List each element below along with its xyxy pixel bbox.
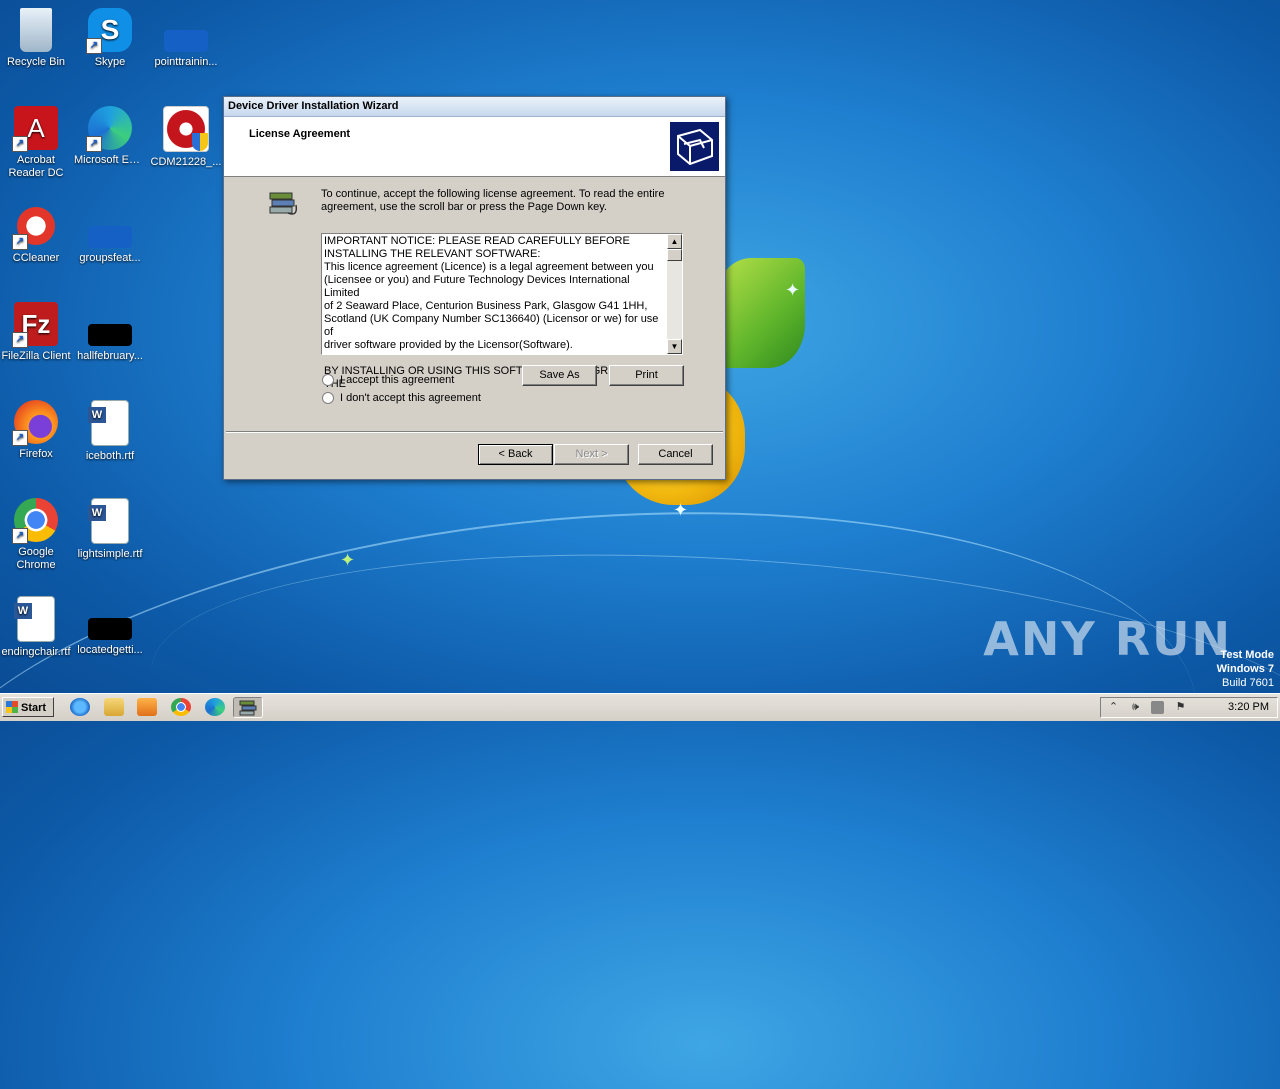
wizard-header: License Agreement — [224, 117, 725, 177]
windows-flag-icon — [6, 701, 18, 713]
acrobat-icon: A ↗ — [12, 106, 58, 152]
word-document-icon: W — [14, 596, 55, 642]
anyrun-watermark: ANY RUN — [983, 612, 1232, 666]
license-textbox[interactable]: IMPORTANT NOTICE: PLEASE READ CAREFULLY … — [321, 233, 683, 390]
recycle-bin-icon — [20, 8, 52, 52]
button-separator — [226, 431, 723, 433]
installer-shield-icon — [163, 106, 209, 152]
shortcut-arrow-icon: ↗ — [12, 430, 28, 446]
volume-icon[interactable]: 🕪 — [1129, 701, 1142, 714]
desktop-icon-groupsfeat[interactable]: groupsfeat... — [74, 204, 146, 265]
print-button[interactable]: Print — [609, 365, 684, 386]
wizard-page-title: License Agreement — [249, 128, 351, 140]
back-button[interactable]: < Back — [478, 444, 553, 465]
shortcut-arrow-icon: ↗ — [12, 332, 28, 348]
desktop-icon-hallfebruary[interactable]: hallfebruary... — [74, 302, 146, 363]
internet-explorer-icon[interactable] — [70, 698, 90, 716]
scroll-thumb[interactable] — [667, 249, 682, 261]
sparkle-icon: ✦ — [340, 550, 356, 570]
file-icon — [88, 226, 132, 248]
uac-shield-icon — [192, 133, 208, 151]
word-document-icon: W — [88, 498, 129, 544]
desktop-icon-endingchair[interactable]: W endingchair.rtf — [0, 596, 72, 659]
firefox-icon: ↗ — [12, 400, 58, 446]
shortcut-arrow-icon: ↗ — [12, 136, 28, 152]
scroll-up-icon[interactable]: ▲ — [667, 234, 682, 249]
desktop-icon-locatedgetti[interactable]: locatedgetti... — [74, 596, 146, 657]
file-icon — [88, 324, 132, 346]
desktop-icon-iceboth[interactable]: W iceboth.rtf — [74, 400, 146, 463]
system-tray: ⌃ 🕪 ⚑ 3:20 PM — [1100, 697, 1278, 718]
chrome-taskbar-icon[interactable] — [171, 698, 191, 716]
file-icon — [88, 618, 132, 640]
file-explorer-icon[interactable] — [104, 698, 124, 716]
filezilla-icon: Fz ↗ — [12, 302, 58, 348]
desktop-icon-acrobat[interactable]: A ↗ Acrobat Reader DC — [0, 106, 72, 180]
desktop-icon-ccleaner[interactable]: ↗ CCleaner — [0, 204, 72, 265]
media-player-icon[interactable] — [137, 698, 157, 716]
radio-button-icon[interactable] — [322, 392, 334, 405]
chrome-icon: ↗ — [12, 498, 58, 544]
desktop-icon-lightsimple[interactable]: W lightsimple.rtf — [74, 498, 146, 561]
desktop-icon-firefox[interactable]: ↗ Firefox — [0, 400, 72, 461]
skype-icon: S ↗ — [86, 8, 132, 54]
shortcut-arrow-icon: ↗ — [12, 234, 28, 250]
network-icon[interactable] — [1151, 701, 1164, 714]
license-scrollbar[interactable]: ▲ ▼ — [667, 234, 682, 354]
desktop-icon-recycle-bin[interactable]: Recycle Bin — [0, 8, 72, 69]
dialog-title[interactable]: Device Driver Installation Wizard — [224, 97, 725, 117]
desktop-icon-filezilla[interactable]: Fz ↗ FileZilla Client — [0, 302, 72, 363]
sparkle-icon: ✦ — [673, 500, 689, 520]
shortcut-arrow-icon: ↗ — [86, 38, 102, 54]
show-hidden-icons-icon[interactable]: ⌃ — [1107, 701, 1120, 714]
instructions-text: To continue, accept the following licens… — [321, 188, 665, 213]
shortcut-arrow-icon: ↗ — [86, 136, 102, 152]
word-document-icon: W — [88, 400, 129, 446]
accept-radio[interactable]: I accept this agreement — [322, 374, 454, 387]
save-as-button[interactable]: Save As — [522, 365, 597, 386]
software-package-icon — [239, 700, 257, 716]
taskbar: Start ⌃ 🕪 ⚑ 3:20 PM — [0, 693, 1280, 721]
next-button[interactable]: Next > — [554, 444, 629, 465]
installer-box-icon — [670, 122, 719, 171]
radio-button-icon[interactable] — [322, 374, 334, 387]
wizard-taskbar-button[interactable] — [233, 697, 263, 718]
cancel-button[interactable]: Cancel — [638, 444, 713, 465]
ccleaner-icon: ↗ — [12, 204, 58, 250]
desktop-icon-skype[interactable]: S ↗ Skype — [74, 8, 146, 69]
start-button[interactable]: Start — [2, 697, 54, 717]
file-icon — [164, 30, 208, 52]
driver-install-wizard-dialog: Device Driver Installation Wizard Licens… — [223, 96, 726, 480]
clock[interactable]: 3:20 PM — [1228, 701, 1269, 713]
shortcut-arrow-icon: ↗ — [12, 528, 28, 544]
wallpaper-logo-green — [715, 258, 805, 368]
desktop-icon-edge[interactable]: ↗ Microsoft Edge — [74, 106, 146, 167]
scroll-down-icon[interactable]: ▼ — [667, 339, 682, 354]
decline-radio[interactable]: I don't accept this agreement — [322, 392, 481, 405]
desktop-icon-pointtraining[interactable]: pointtrainin... — [150, 8, 222, 69]
action-center-flag-icon[interactable]: ⚑ — [1174, 701, 1187, 714]
desktop-icon-chrome[interactable]: ↗ Google Chrome — [0, 498, 72, 572]
sparkle-icon: ✦ — [785, 280, 801, 300]
software-package-icon — [268, 189, 300, 219]
desktop-icon-cdm-installer[interactable]: CDM21228_... — [150, 106, 222, 169]
edge-icon: ↗ — [86, 106, 132, 152]
test-mode-notice: Test Mode Windows 7 Build 7601 — [1216, 649, 1274, 689]
edge-taskbar-icon[interactable] — [205, 698, 225, 716]
